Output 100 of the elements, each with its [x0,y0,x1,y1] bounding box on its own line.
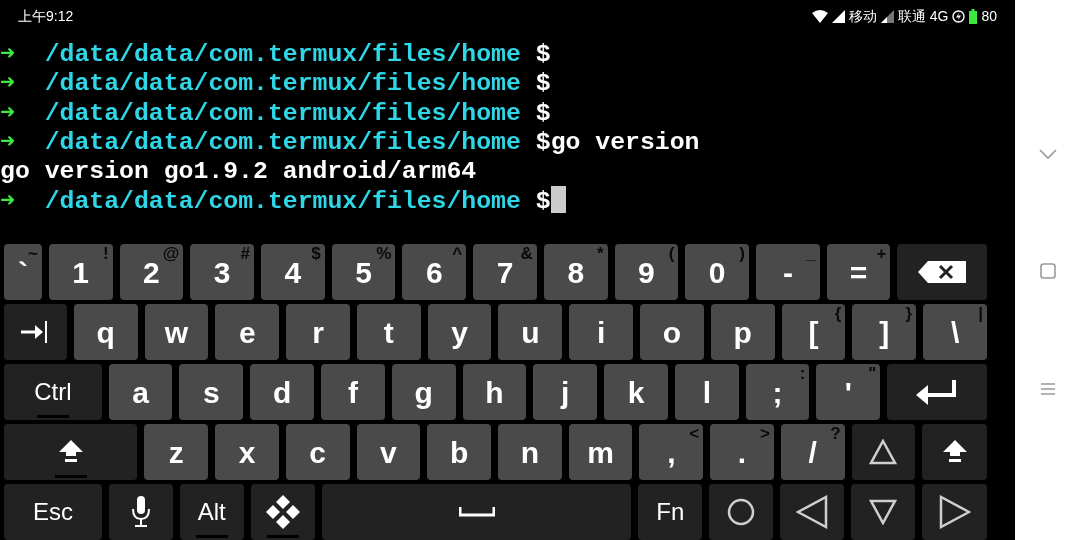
keyboard-key[interactable]: k [604,364,668,420]
prompt-path: /data/data/com.termux/files/home [44,187,521,216]
carrier-text: 联通 [897,6,926,26]
keyboard-key[interactable]: o [640,304,704,360]
shifted-symbol: < [689,424,700,444]
keyboard-key[interactable]: 3 # [190,244,254,300]
prompt-path: /data/data/com.termux/files/home [44,69,521,98]
keyboard-key[interactable]: , < [639,424,704,480]
keyboard-key[interactable]: v [356,424,421,480]
arrow-pad-key[interactable] [250,484,315,540]
prompt-path: /data/data/com.termux/files/home [44,40,521,68]
keyboard-key[interactable]: = + [826,244,891,300]
keyboard-key[interactable]: y [427,304,492,360]
prompt-sign: $ [535,40,551,68]
modifier-key[interactable]: Esc [4,484,102,540]
shifted-symbol: ^ [452,244,463,264]
shifted-symbol: : [799,364,806,384]
shifted-symbol: " [868,364,877,384]
prompt-sign: $ [535,187,551,216]
keyboard-key[interactable]: ; : [745,364,810,420]
shifted-symbol: $ [311,244,321,264]
backspace-key[interactable] [897,244,988,300]
keyboard-key[interactable]: p [710,304,775,360]
prompt-arrow: ➜ [0,127,15,156]
keyboard-key[interactable]: 5 % [331,244,396,300]
keyboard-key[interactable]: q [73,304,138,360]
keyboard-key[interactable]: r [286,304,350,360]
keyboard-key[interactable]: a [108,364,173,420]
prompt-sign: $ [535,98,551,127]
keyboard-key[interactable]: m [568,424,633,480]
shift-icon [58,440,83,464]
shifted-symbol: _ [806,244,816,264]
shift-icon [942,440,967,464]
keyboard-key[interactable]: d [250,364,314,420]
tab-icon [21,321,50,343]
right-key[interactable] [922,484,988,540]
keyboard-key[interactable]: t [356,304,421,360]
keyboard-key[interactable]: z [144,424,209,480]
home-key[interactable] [709,484,774,540]
keyboard-key[interactable]: w [144,304,209,360]
keyboard-key[interactable]: e [215,304,280,360]
keyboard-key[interactable]: j [533,364,598,420]
modifier-key[interactable]: Ctrl [4,364,102,420]
backspace-icon [918,261,967,283]
triangle-up-icon [869,439,898,465]
prompt-arrow: ➜ [0,98,15,127]
shifted-symbol: } [905,304,913,324]
shifted-symbol: ( [668,244,675,264]
keyboard-key[interactable]: - _ [756,244,820,300]
keyboard-key[interactable]: . > [710,424,774,480]
clock-text: 上午9:12 [18,6,74,26]
chevron-down-icon[interactable] [1037,148,1058,160]
keyboard-key[interactable]: f [321,364,385,420]
circle-icon [727,498,756,526]
keyboard-key[interactable]: [ { [781,304,846,360]
keyboard-key[interactable]: 8 * [543,244,608,300]
keyboard-key[interactable]: u [498,304,563,360]
keyboard-key[interactable]: h [462,364,527,420]
keyboard-key[interactable]: 7 & [473,244,537,300]
left-key[interactable] [780,484,845,540]
keyboard-key[interactable]: / ? [780,424,845,480]
keyboard-key[interactable]: s [179,364,244,420]
diamond-cluster-icon [264,494,301,530]
keyboard-key[interactable]: ] } [852,304,917,360]
tab-key[interactable] [4,304,67,360]
keyboard-key[interactable]: i [569,304,634,360]
shifted-symbol: * [596,244,604,264]
prompt-path: /data/data/com.termux/files/home [44,98,521,127]
triangle-right-icon [938,495,971,529]
command-text: go version [550,127,700,156]
shift-key[interactable] [4,424,138,480]
square-icon[interactable] [1039,263,1056,279]
prompt-sign: $ [535,127,551,156]
keyboard-key[interactable]: 1 ! [48,244,113,300]
signal-icon [880,9,894,23]
modifier-key[interactable]: Fn [638,484,703,540]
keyboard-key[interactable]: 4 $ [261,244,325,300]
carrier-text: 移动 [848,6,877,26]
shift-key[interactable] [922,424,988,480]
enter-key[interactable] [887,364,987,420]
keyboard-key[interactable]: g [391,364,456,420]
keyboard-key[interactable]: 2 @ [119,244,184,300]
prompt-arrow: ➜ [0,69,15,98]
down-key[interactable] [851,484,916,540]
keyboard-key[interactable]: 9 ( [614,244,679,300]
keyboard-key[interactable]: 0 ) [685,244,749,300]
keyboard-key[interactable]: 6 ^ [402,244,467,300]
keyboard-key[interactable]: ` ~ [4,244,42,300]
keyboard-key[interactable]: b [427,424,491,480]
keyboard-key[interactable]: \ | [923,304,987,360]
keyboard-key[interactable]: c [285,424,350,480]
keyboard-key[interactable]: ' " [816,364,881,420]
keyboard-key[interactable]: n [498,424,562,480]
keyboard-key[interactable]: x [215,424,279,480]
up-key[interactable] [851,424,916,480]
enter-icon [916,378,959,406]
keyboard-key[interactable]: l [674,364,739,420]
shifted-symbol: ! [102,244,109,264]
microphone-key[interactable] [108,484,173,540]
modifier-key[interactable]: Alt [179,484,244,540]
